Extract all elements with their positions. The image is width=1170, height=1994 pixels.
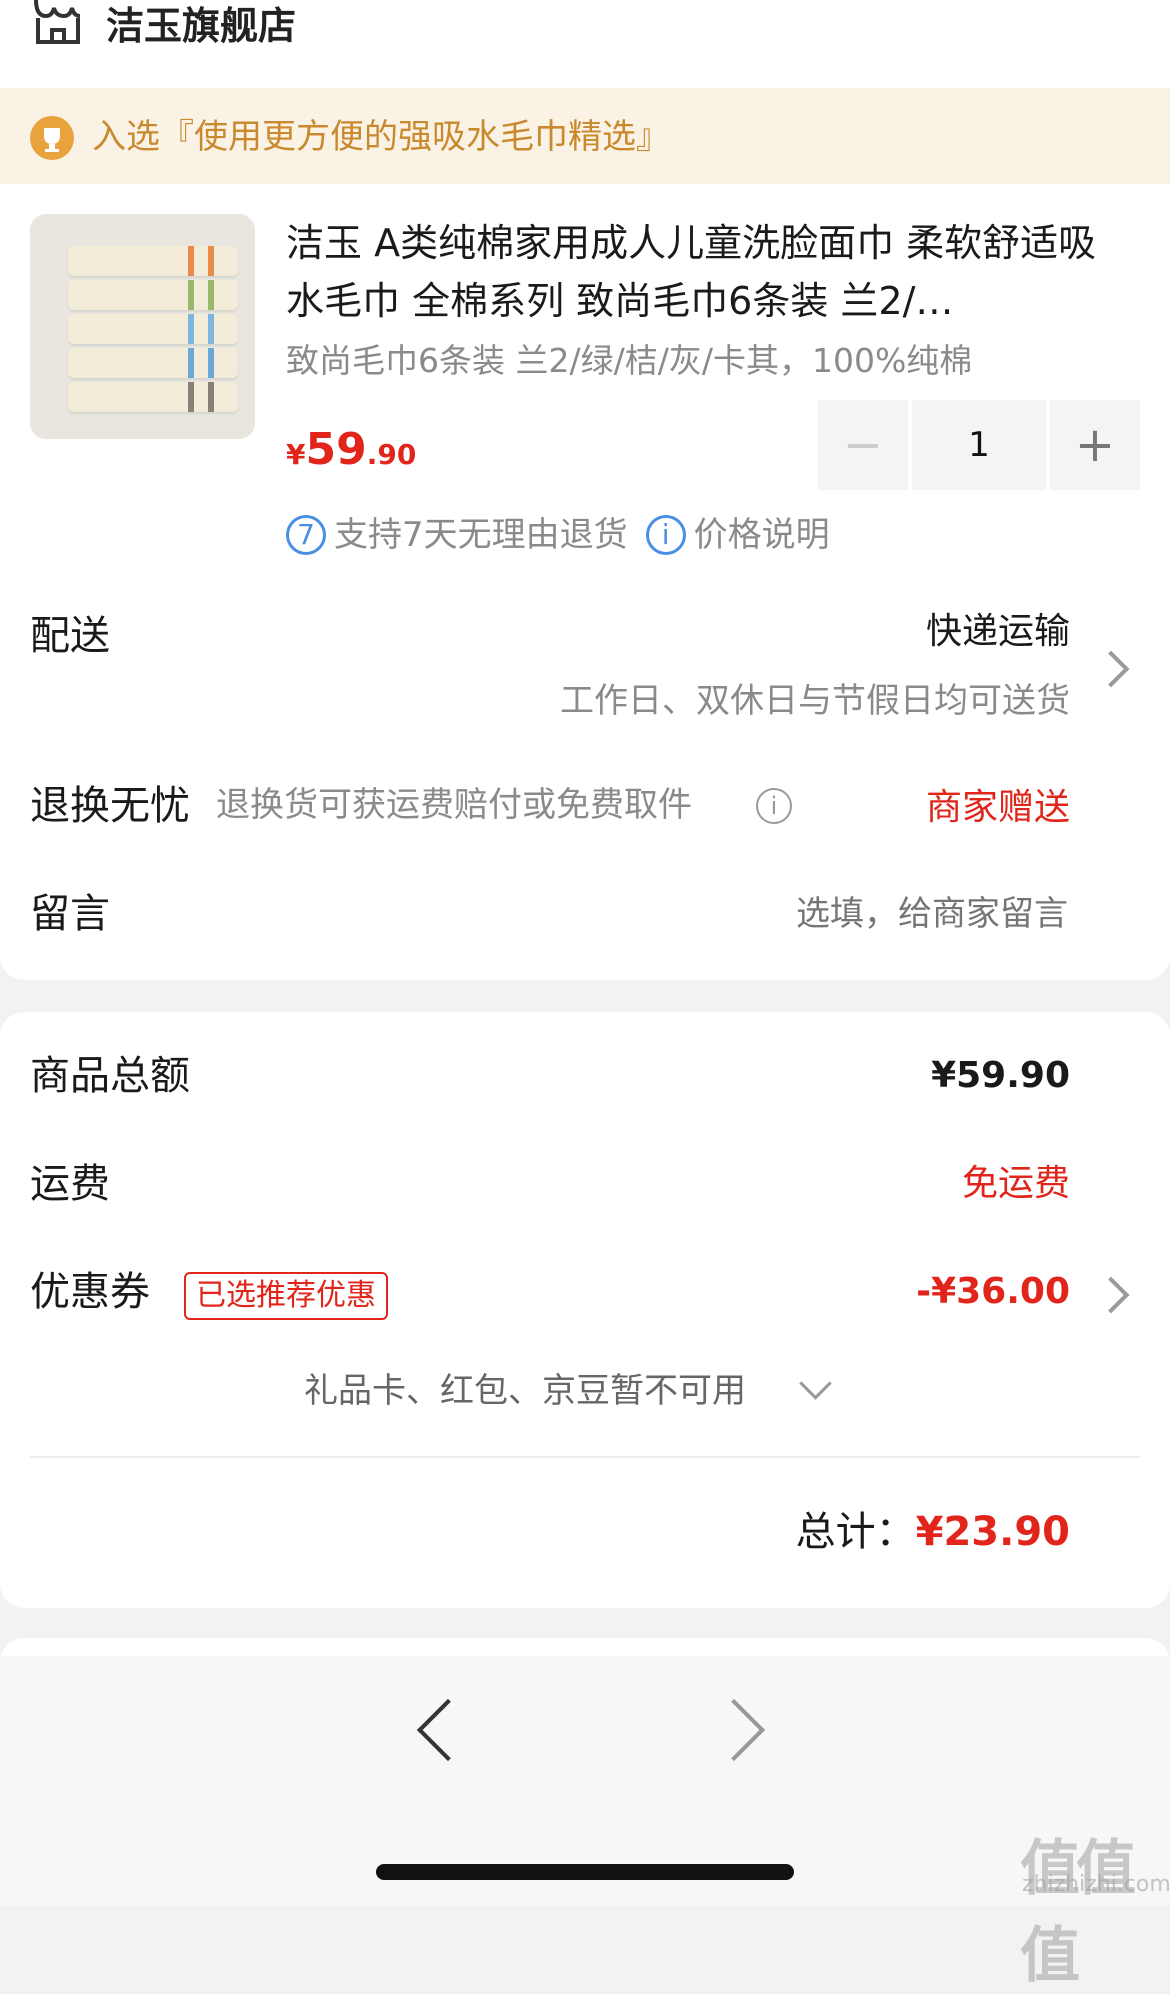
- order-total: 总计：¥23.90: [796, 1502, 1070, 1570]
- price-decimal: .90: [366, 438, 417, 471]
- returns-desc: 退换货可获运费赔付或免费取件: [216, 785, 692, 825]
- info-icon: i: [645, 515, 686, 555]
- coupon-label: 优惠券: [30, 1269, 150, 1315]
- quantity-stepper: − 1 +: [818, 400, 1140, 490]
- gift-card-note[interactable]: 礼品卡、红包、京豆暂不可用: [304, 1366, 746, 1416]
- returns-label: 退换无忧: [30, 783, 190, 829]
- info-icon[interactable]: i: [756, 788, 792, 824]
- message-input[interactable]: [466, 888, 1070, 940]
- price-integer: 59: [305, 424, 367, 475]
- shipping-label: 运费: [30, 1161, 110, 1207]
- divider: [30, 1456, 1140, 1458]
- quantity-value[interactable]: 1: [912, 400, 1046, 490]
- product-thumbnail[interactable]: [30, 214, 255, 439]
- watermark: 值值值: [1020, 1834, 1136, 1991]
- home-indicator[interactable]: [376, 1864, 794, 1880]
- decrease-button[interactable]: −: [818, 400, 908, 490]
- product-spec[interactable]: 致尚毛巾6条装 兰2/绿/桔/灰/卡其，100%纯棉: [286, 336, 972, 386]
- coupon-value[interactable]: -¥36.00: [916, 1262, 1070, 1322]
- trophy-icon: [30, 116, 74, 160]
- return-policy-text[interactable]: 支持7天无理由退货: [334, 510, 628, 560]
- store-name[interactable]: 洁玉旗舰店: [106, 0, 296, 52]
- product-price: ¥59.90: [286, 420, 416, 489]
- shipping-value: 免运费: [961, 1163, 1070, 1204]
- coupon-tag: 已选推荐优惠: [184, 1272, 388, 1320]
- store-icon: [34, 0, 81, 44]
- price-currency: ¥: [286, 438, 306, 471]
- increase-button[interactable]: +: [1050, 400, 1140, 490]
- returns-value: 商家赠送: [925, 787, 1070, 828]
- product-title[interactable]: 洁玉 A类纯棉家用成人儿童洗脸面巾 柔软舒适吸水毛巾 全棉系列 致尚毛巾6条装 …: [286, 214, 1126, 330]
- message-label: 留言: [30, 891, 110, 937]
- service-badges: 7 支持7天无理由退货 i 价格说明: [286, 510, 830, 560]
- goods-total-value: ¥59.90: [931, 1055, 1070, 1096]
- return-7day-icon: 7: [286, 515, 326, 555]
- delivery-note: 工作日、双休日与节假日均可送货: [560, 681, 1070, 721]
- store-header[interactable]: 洁玉旗舰店: [0, 0, 1170, 88]
- banner-text[interactable]: 入选『使用更方便的强吸水毛巾精选』: [92, 112, 670, 162]
- delivery-label: 配送: [30, 613, 110, 659]
- watermark-domain: zhizhizhi.com: [1022, 1872, 1170, 1897]
- delivery-method[interactable]: 快递运输: [926, 602, 1070, 662]
- total-label: 总计：: [795, 1509, 916, 1555]
- total-value: ¥23.90: [915, 1509, 1070, 1555]
- goods-total-label: 商品总额: [30, 1053, 190, 1099]
- price-explanation-link[interactable]: 价格说明: [694, 510, 830, 560]
